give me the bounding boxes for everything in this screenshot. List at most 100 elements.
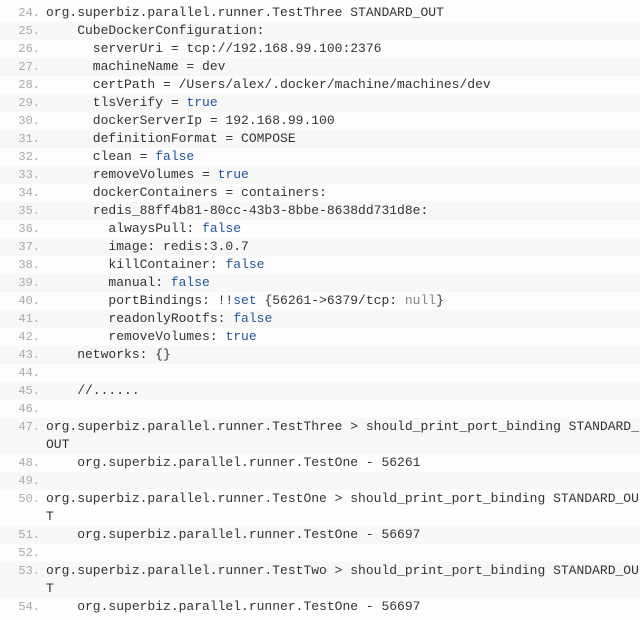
code-line: 41 readonlyRootfs: false [0,310,640,328]
keyword-token: true [218,167,249,182]
code-line: 36 alwaysPull: false [0,220,640,238]
line-number: 25 [0,22,46,40]
code-line: 25 CubeDockerConfiguration: [0,22,640,40]
code-line: 47org.superbiz.parallel.runner.TestThree… [0,418,640,454]
code-line: 40 portBindings: !!set {56261->6379/tcp:… [0,292,640,310]
code-line: 29 tlsVerify = true [0,94,640,112]
code-line: 53org.superbiz.parallel.runner.TestTwo >… [0,562,640,598]
keyword-token: false [225,257,264,272]
code-line: 42 removeVolumes: true [0,328,640,346]
line-number: 28 [0,76,46,94]
line-content: removeVolumes = true [46,166,640,184]
line-content: org.superbiz.parallel.runner.TestOne - 5… [46,526,640,544]
code-line: 44 [0,364,640,382]
code-line: 24org.superbiz.parallel.runner.TestThree… [0,4,640,22]
code-line: 33 removeVolumes = true [0,166,640,184]
line-number: 54 [0,598,46,616]
code-line: 54 org.superbiz.parallel.runner.TestOne … [0,598,640,616]
line-number: 47 [0,418,46,436]
line-content: CubeDockerConfiguration: [46,22,640,40]
code-block: 24org.superbiz.parallel.runner.TestThree… [0,0,640,620]
code-line: 30 dockerServerIp = 192.168.99.100 [0,112,640,130]
line-content: serverUri = tcp://192.168.99.100:2376 [46,40,640,58]
code-line: 50org.superbiz.parallel.runner.TestOne >… [0,490,640,526]
keyword-token: set [233,293,256,308]
code-line: 48 org.superbiz.parallel.runner.TestOne … [0,454,640,472]
code-line: 52 [0,544,640,562]
line-number: 39 [0,274,46,292]
line-number: 33 [0,166,46,184]
line-content: org.superbiz.parallel.runner.TestThree >… [46,418,640,454]
line-number: 29 [0,94,46,112]
line-number: 44 [0,364,46,382]
line-content: machineName = dev [46,58,640,76]
line-content: networks: {} [46,346,640,364]
line-content: org.superbiz.parallel.runner.TestOne - 5… [46,598,640,616]
line-number: 48 [0,454,46,472]
code-line: 28 certPath = /Users/alex/.docker/machin… [0,76,640,94]
line-content: tlsVerify = true [46,94,640,112]
line-number: 45 [0,382,46,400]
line-number: 41 [0,310,46,328]
line-content: //...... [46,382,640,400]
keyword-token: false [171,275,210,290]
code-line: 32 clean = false [0,148,640,166]
line-content: dockerServerIp = 192.168.99.100 [46,112,640,130]
code-line: 45 //...... [0,382,640,400]
line-number: 26 [0,40,46,58]
line-number: 51 [0,526,46,544]
keyword-token: true [225,329,256,344]
line-number: 40 [0,292,46,310]
line-number: 43 [0,346,46,364]
line-content: certPath = /Users/alex/.docker/machine/m… [46,76,640,94]
line-content: portBindings: !!set {56261->6379/tcp: nu… [46,292,640,310]
line-content: org.superbiz.parallel.runner.TestTwo > s… [46,562,640,598]
line-content: org.superbiz.parallel.runner.TestOne - 5… [46,454,640,472]
line-number: 50 [0,490,46,508]
line-content: clean = false [46,148,640,166]
code-line: 39 manual: false [0,274,640,292]
line-number: 34 [0,184,46,202]
line-number: 36 [0,220,46,238]
line-number: 38 [0,256,46,274]
line-content: dockerContainers = containers: [46,184,640,202]
line-number: 49 [0,472,46,490]
code-line: 43 networks: {} [0,346,640,364]
line-content: removeVolumes: true [46,328,640,346]
line-content: image: redis:3.0.7 [46,238,640,256]
line-number: 24 [0,4,46,22]
line-content: readonlyRootfs: false [46,310,640,328]
line-number: 31 [0,130,46,148]
code-line: 26 serverUri = tcp://192.168.99.100:2376 [0,40,640,58]
line-content: definitionFormat = COMPOSE [46,130,640,148]
line-content: alwaysPull: false [46,220,640,238]
keyword-token: true [186,95,217,110]
code-line: 37 image: redis:3.0.7 [0,238,640,256]
code-line: 49 [0,472,640,490]
code-line: 27 machineName = dev [0,58,640,76]
keyword-token: false [202,221,241,236]
line-number: 32 [0,148,46,166]
code-line: 34 dockerContainers = containers: [0,184,640,202]
line-number: 52 [0,544,46,562]
line-number: 27 [0,58,46,76]
line-content: manual: false [46,274,640,292]
keyword-token: false [233,311,272,326]
line-number: 46 [0,400,46,418]
line-content: killContainer: false [46,256,640,274]
code-line: 51 org.superbiz.parallel.runner.TestOne … [0,526,640,544]
line-content: redis_88ff4b81-80cc-43b3-8bbe-8638dd731d… [46,202,640,220]
line-number: 42 [0,328,46,346]
line-number: 35 [0,202,46,220]
line-content: org.superbiz.parallel.runner.TestOne > s… [46,490,640,526]
line-number: 37 [0,238,46,256]
code-line: 31 definitionFormat = COMPOSE [0,130,640,148]
code-line: 46 [0,400,640,418]
code-line: 35 redis_88ff4b81-80cc-43b3-8bbe-8638dd7… [0,202,640,220]
line-number: 53 [0,562,46,580]
keyword-token: false [155,149,194,164]
line-content: org.superbiz.parallel.runner.TestThree S… [46,4,640,22]
line-number: 30 [0,112,46,130]
code-line: 38 killContainer: false [0,256,640,274]
null-token: null [405,293,436,308]
